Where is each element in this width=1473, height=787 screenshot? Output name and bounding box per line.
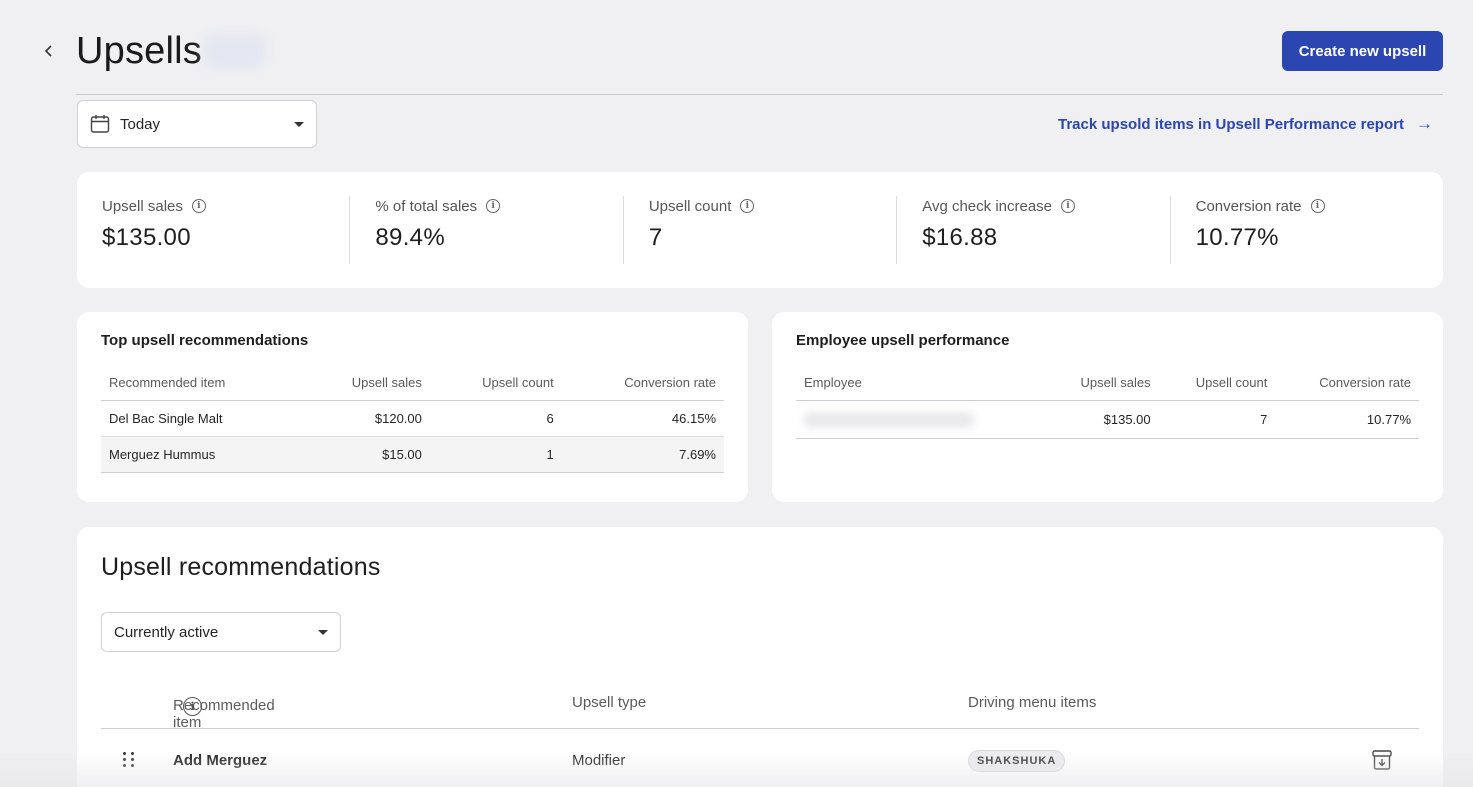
column-header: Upsell count bbox=[429, 366, 562, 401]
rate-cell: 7.69% bbox=[561, 436, 724, 473]
upsell-type: Modifier bbox=[572, 752, 626, 769]
stat-conversion-rate: Conversion rate i 10.77% bbox=[1169, 196, 1443, 264]
stat-label: Conversion rate bbox=[1195, 197, 1302, 215]
employee-performance-table: Employee Upsell sales Upsell count Conve… bbox=[796, 366, 1419, 439]
stat-value: 7 bbox=[648, 224, 663, 251]
info-icon[interactable]: i bbox=[1310, 199, 1325, 213]
card-title: Top upsell recommendations bbox=[101, 332, 309, 349]
stat-value: $135.00 bbox=[102, 224, 191, 251]
stat-label: Avg check increase bbox=[922, 197, 1053, 215]
table-row[interactable]: Add Merguez Modifier SHAKSHUKA bbox=[101, 745, 1419, 785]
stat-label: % of total sales bbox=[375, 197, 478, 215]
drag-handle-icon[interactable] bbox=[123, 752, 135, 767]
chevron-left-icon bbox=[44, 45, 52, 57]
recommendations-table-header: Recommended item i Upsell type Driving m… bbox=[101, 691, 1419, 731]
report-link-label: Track upsold items in Upsell Performance… bbox=[1058, 115, 1404, 133]
table-row: Merguez Hummus $15.00 1 7.69% bbox=[101, 436, 724, 473]
column-header: Upsell count bbox=[1158, 366, 1276, 401]
stat-avg-check-increase: Avg check increase i $16.88 bbox=[896, 196, 1169, 264]
info-icon[interactable]: i bbox=[486, 199, 501, 213]
column-header: Conversion rate bbox=[561, 366, 724, 401]
caret-down-icon bbox=[294, 121, 304, 127]
employee-name-redacted bbox=[804, 411, 974, 428]
stat-percent-total-sales: % of total sales i 89.4% bbox=[349, 196, 622, 264]
arrow-right-icon: → bbox=[1415, 114, 1433, 133]
column-header: Upsell sales bbox=[1043, 366, 1159, 401]
caret-down-icon bbox=[318, 629, 328, 635]
info-icon[interactable]: i bbox=[740, 199, 755, 213]
column-header: Employee bbox=[796, 366, 1044, 401]
rate-cell: 10.77% bbox=[1275, 400, 1419, 439]
status-filter-select[interactable]: Currently active bbox=[101, 612, 341, 652]
upsell-performance-report-link[interactable]: Track upsold items in Upsell Performance… bbox=[1058, 114, 1433, 134]
back-button[interactable] bbox=[38, 40, 60, 62]
item-cell: Del Bac Single Malt bbox=[101, 400, 301, 437]
stat-upsell-sales: Upsell sales i $135.00 bbox=[77, 196, 349, 264]
column-header-upsell-type: Upsell type bbox=[572, 694, 647, 711]
column-header: Recommended item bbox=[101, 366, 301, 401]
driving-item-pill: SHAKSHUKA bbox=[968, 750, 1066, 772]
section-title: Upsell recommendations bbox=[101, 553, 381, 581]
stat-upsell-count: Upsell count i 7 bbox=[622, 196, 896, 264]
rate-cell: 46.15% bbox=[561, 400, 724, 437]
count-cell: 6 bbox=[429, 400, 562, 437]
date-range-value: Today bbox=[120, 115, 161, 133]
top-recommendations-table: Recommended item Upsell sales Upsell cou… bbox=[101, 366, 724, 473]
stat-label: Upsell count bbox=[648, 197, 732, 215]
calendar-icon bbox=[90, 115, 110, 133]
sales-cell: $135.00 bbox=[1043, 400, 1159, 439]
upsell-stats-card: Upsell sales i $135.00 % of total sales i … bbox=[77, 172, 1443, 288]
recommended-item-name[interactable]: Add Merguez bbox=[173, 752, 267, 769]
stat-value: 89.4% bbox=[375, 224, 445, 251]
upsell-recommendations-card: Upsell recommendations Currently active … bbox=[77, 527, 1443, 787]
page-title: Upsells bbox=[76, 30, 202, 72]
header-divider bbox=[76, 94, 1443, 95]
date-range-select[interactable]: Today bbox=[77, 100, 317, 148]
create-upsell-button[interactable]: Create new upsell bbox=[1282, 31, 1443, 71]
sales-cell: $15.00 bbox=[300, 436, 430, 473]
archive-icon[interactable] bbox=[1371, 749, 1393, 771]
stat-value: 10.77% bbox=[1195, 224, 1279, 251]
count-cell: 1 bbox=[429, 436, 562, 473]
employee-cell bbox=[796, 400, 1044, 439]
item-cell: Merguez Hummus bbox=[101, 436, 301, 473]
employee-upsell-performance-card: Employee upsell performance Employee Ups… bbox=[772, 312, 1443, 502]
stat-value: $16.88 bbox=[922, 224, 998, 251]
column-header-driving-menu-items: Driving menu items bbox=[968, 694, 1097, 711]
count-cell: 7 bbox=[1158, 400, 1276, 439]
column-header: Upsell sales bbox=[300, 366, 430, 401]
table-row: Del Bac Single Malt $120.00 6 46.15% bbox=[101, 400, 724, 437]
location-badge-redacted bbox=[204, 34, 266, 68]
status-filter-value: Currently active bbox=[114, 623, 219, 641]
table-row: $135.00 7 10.77% bbox=[796, 400, 1419, 439]
info-icon[interactable]: i bbox=[191, 199, 206, 213]
info-icon[interactable]: i bbox=[1061, 199, 1076, 213]
card-title: Employee upsell performance bbox=[796, 332, 1010, 349]
stat-label: Upsell sales bbox=[102, 197, 183, 215]
info-icon[interactable]: i bbox=[183, 697, 202, 716]
sales-cell: $120.00 bbox=[300, 400, 430, 437]
top-upsell-recommendations-card: Top upsell recommendations Recommended i… bbox=[77, 312, 748, 502]
column-header: Conversion rate bbox=[1275, 366, 1419, 401]
